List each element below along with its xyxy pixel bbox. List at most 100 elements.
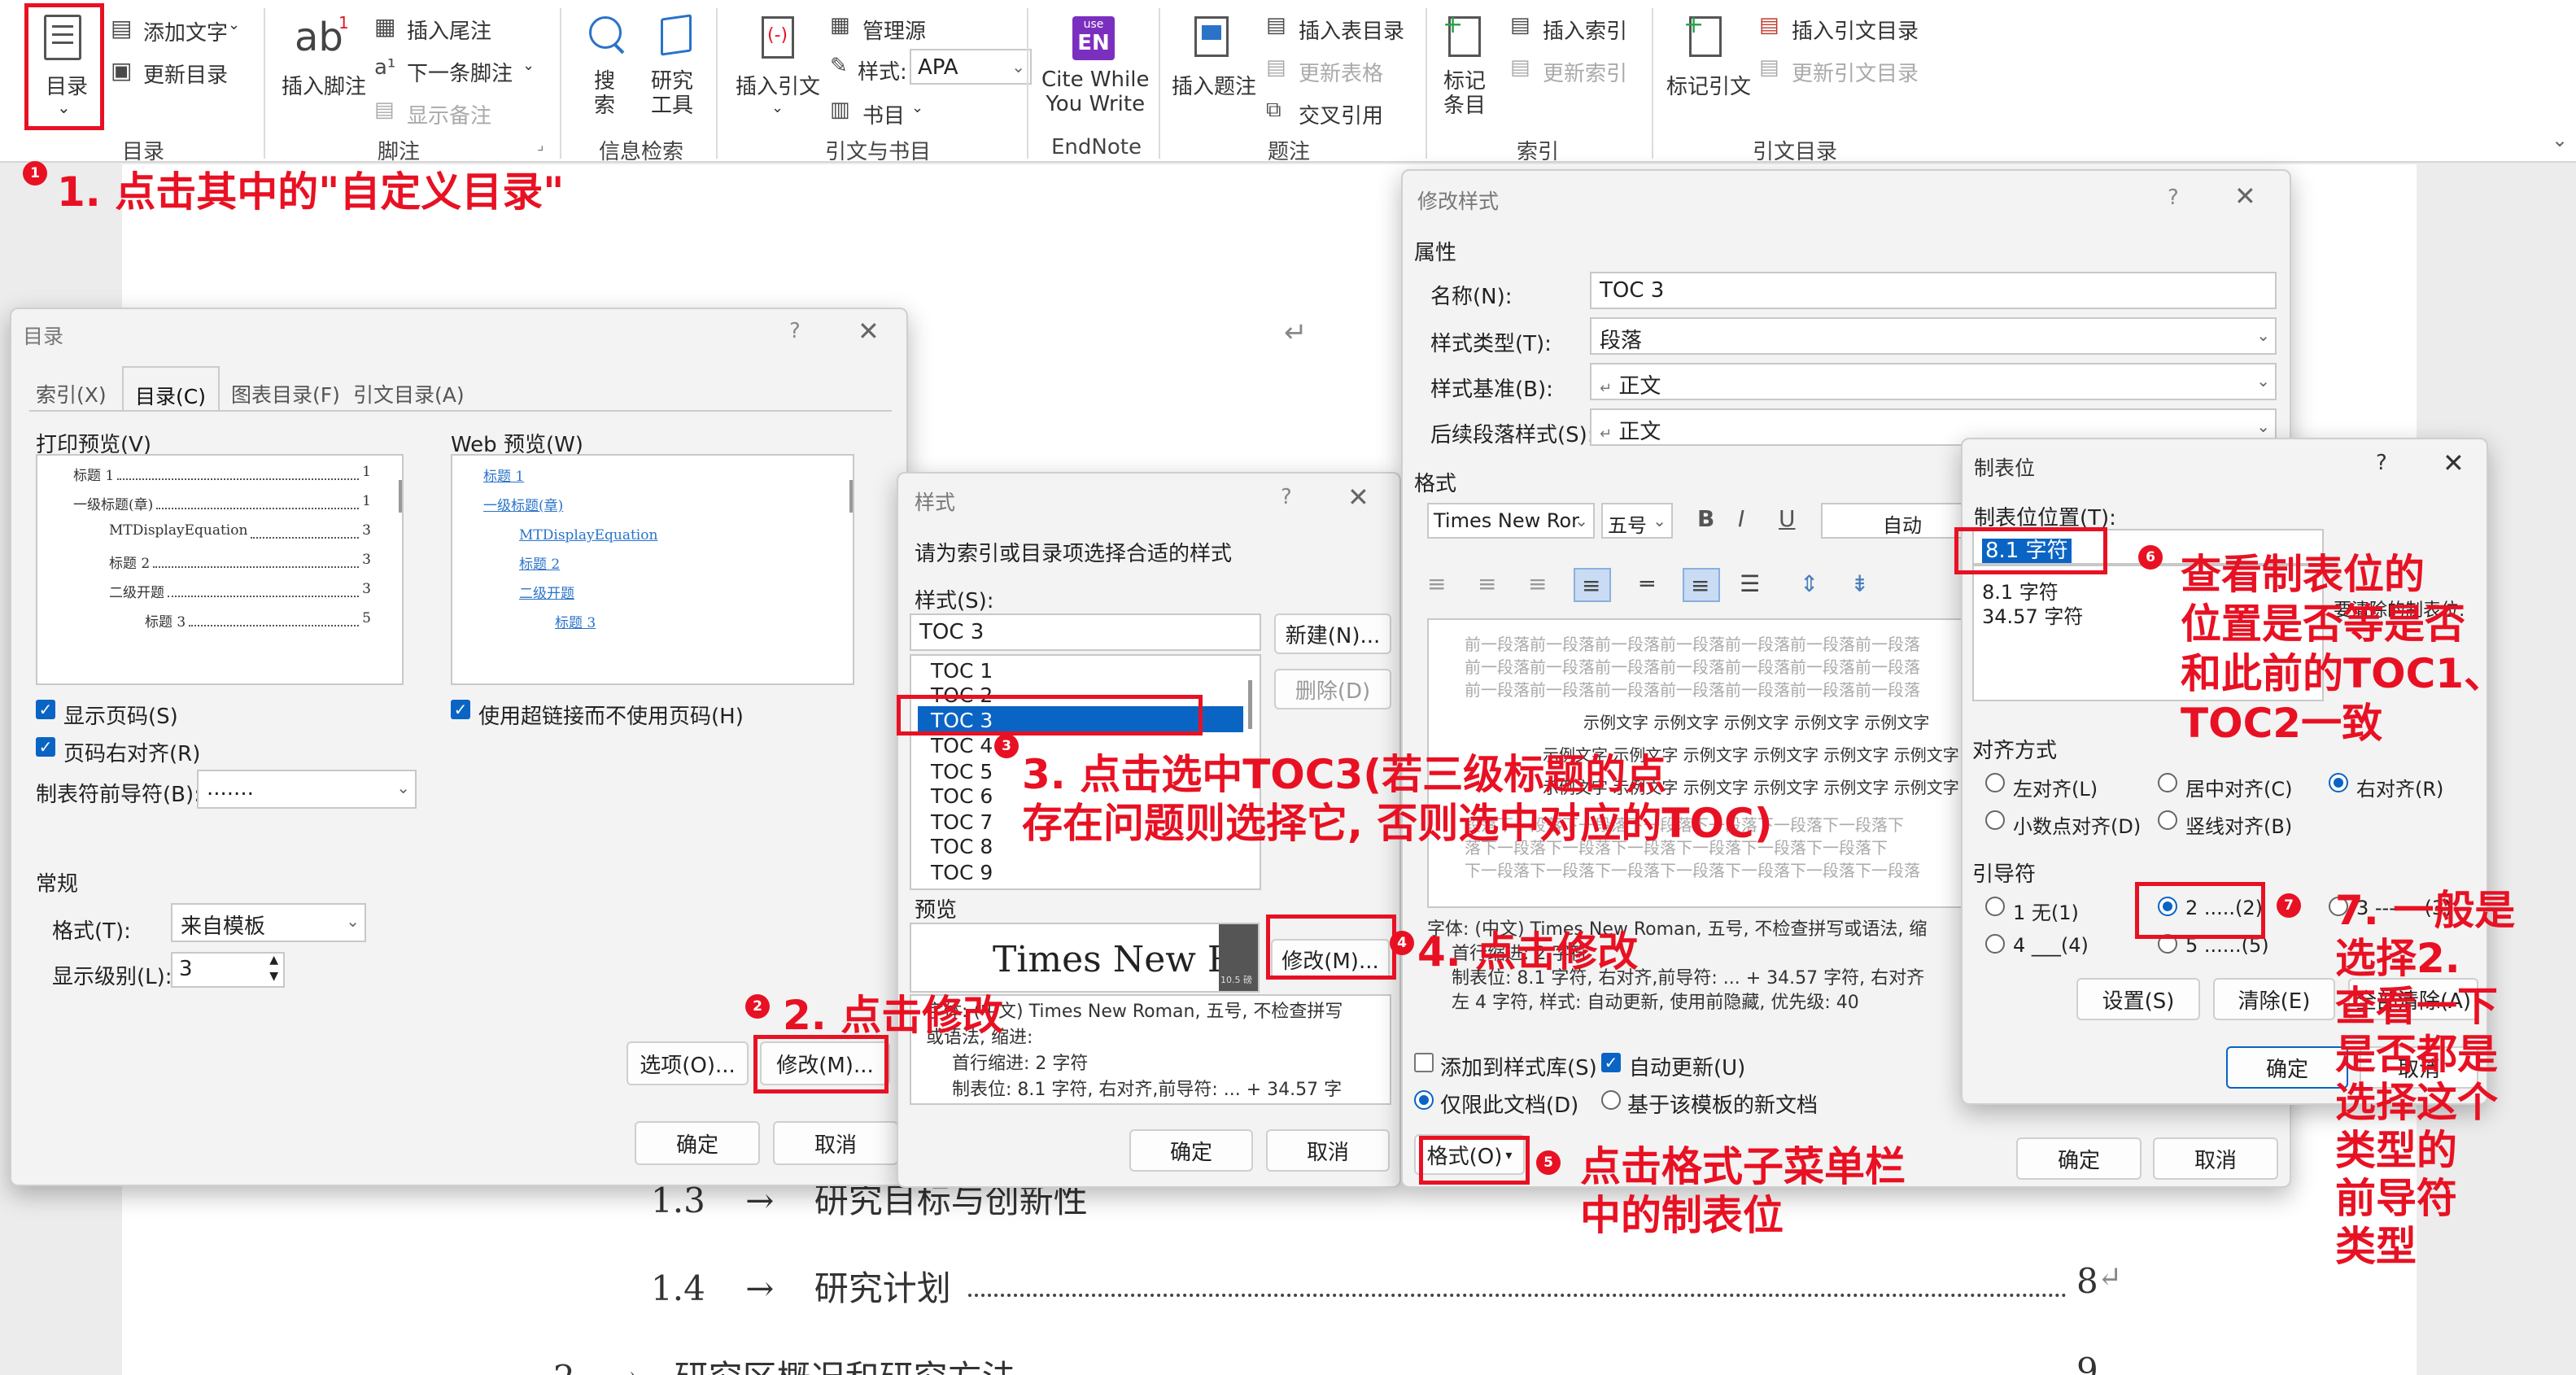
list-item-selected[interactable]: TOC 3 xyxy=(918,706,1243,732)
align-decimal-radio[interactable] xyxy=(1985,810,2005,830)
tab-leader-select[interactable]: ....... ⌄ xyxy=(197,770,417,809)
leader-none-radio[interactable] xyxy=(1985,897,2005,916)
scrollbar[interactable] xyxy=(1248,680,1252,729)
set-tab-button[interactable]: 设置(S) xyxy=(2076,978,2200,1020)
cite-while-you-write-button[interactable]: use EN Cite While You Write xyxy=(1038,11,1152,125)
new-style-button[interactable]: 新建(N)... xyxy=(1274,613,1391,654)
justify-icon[interactable]: ≡ xyxy=(1574,568,1611,602)
close-icon[interactable]: ✕ xyxy=(1347,482,1369,513)
list-item[interactable]: TOC 7 xyxy=(931,810,993,834)
help-icon[interactable]: ? xyxy=(2376,451,2387,475)
ok-button[interactable]: 确定 xyxy=(1129,1129,1253,1172)
list-item[interactable]: TOC 1 xyxy=(931,659,993,683)
list-item[interactable]: TOC 8 xyxy=(931,835,993,858)
toc-button[interactable]: 目录 ⌄ xyxy=(29,10,99,124)
modify-button[interactable]: 修改(M)... xyxy=(760,1041,890,1085)
list-item[interactable]: TOC 4 xyxy=(931,734,993,757)
align-bar-radio[interactable] xyxy=(2158,810,2177,830)
insert-caption-button[interactable]: 插入题注 xyxy=(1170,11,1260,125)
modify-cancel-button[interactable]: 取消 xyxy=(2153,1137,2278,1180)
options-button[interactable]: 选项(O)... xyxy=(627,1041,749,1085)
search-button[interactable]: 搜 索 xyxy=(576,11,633,125)
list-item[interactable]: TOC 2 xyxy=(931,683,993,707)
help-icon[interactable]: ? xyxy=(1281,485,1292,509)
auto-update-checkbox[interactable]: ✓ xyxy=(1601,1053,1621,1072)
mark-entry-button[interactable]: + 标记 条目 xyxy=(1435,11,1500,125)
web-link[interactable]: MTDisplayEquation xyxy=(467,521,657,550)
one-half-spacing-icon[interactable]: ≡ xyxy=(1683,568,1720,602)
delete-style-button[interactable]: 删除(D) xyxy=(1274,669,1391,709)
close-icon[interactable]: ✕ xyxy=(2443,447,2465,478)
mark-citation-button[interactable]: + 标记引文 xyxy=(1665,11,1754,125)
ribbon-collapse-icon[interactable]: ⌄ xyxy=(2552,130,2568,150)
leader-underline-radio[interactable] xyxy=(1985,934,2005,954)
name-input[interactable]: TOC 3 xyxy=(1590,272,2277,309)
help-icon[interactable]: ? xyxy=(2168,186,2179,210)
dialog-launcher-icon[interactable]: ⌟ xyxy=(537,138,544,153)
leader-middot-radio[interactable] xyxy=(2158,934,2177,954)
new-docs-radio[interactable] xyxy=(1601,1090,1621,1110)
help-icon[interactable]: ? xyxy=(789,319,801,343)
use-hyperlinks-checkbox[interactable]: ✓ xyxy=(451,700,470,719)
bold-button[interactable]: B xyxy=(1697,508,1714,530)
spacing-after-icon[interactable]: ⇟ xyxy=(1850,573,1869,596)
web-link[interactable]: 标题 3 xyxy=(467,609,657,638)
list-item[interactable]: TOC 6 xyxy=(931,784,993,808)
stepper-down-icon[interactable]: ▼ xyxy=(269,970,278,983)
underline-button[interactable]: U xyxy=(1779,508,1796,530)
align-center-icon[interactable]: ≡ xyxy=(1478,573,1496,596)
add-to-gallery-checkbox[interactable] xyxy=(1414,1053,1434,1072)
list-item[interactable]: TOC 9 xyxy=(931,861,993,884)
stepper-up-icon[interactable]: ▲ xyxy=(269,954,278,967)
based-on-select[interactable]: ↵ 正文 ⌄ xyxy=(1590,363,2277,400)
italic-button[interactable]: I xyxy=(1738,508,1744,530)
web-link[interactable]: 一级标题(章) xyxy=(467,491,657,521)
cancel-button[interactable]: 取消 xyxy=(773,1121,898,1165)
align-left-icon[interactable]: ≡ xyxy=(1427,573,1446,596)
research-tool-button[interactable]: 研究 工具 xyxy=(648,11,705,125)
align-left-radio[interactable] xyxy=(1985,773,2005,792)
update-toa-label: 更新引文目录 xyxy=(1792,62,1919,86)
insert-footnote-button[interactable]: ab 1 插入脚注 xyxy=(277,11,374,101)
modify-ok-button[interactable]: 确定 xyxy=(2016,1137,2142,1180)
insert-citation-button[interactable]: (-) 插入引文 ⌄ xyxy=(729,11,827,125)
single-spacing-icon[interactable]: ═ xyxy=(1640,573,1654,596)
right-align-checkbox[interactable]: ✓ xyxy=(36,737,55,757)
font-select[interactable]: Times New Ror ⌄ xyxy=(1427,503,1595,539)
web-link[interactable]: 二级开题 xyxy=(467,579,657,609)
font-size-select[interactable]: 五号 ⌄ xyxy=(1601,503,1673,539)
styles-input[interactable]: TOC 3 xyxy=(910,613,1261,651)
bibliography-icon: ▥ xyxy=(830,98,850,122)
web-link[interactable]: 标题 2 xyxy=(467,550,657,579)
align-right-icon[interactable]: ≡ xyxy=(1528,573,1547,596)
ok-button[interactable]: 确定 xyxy=(2226,1046,2348,1089)
tab-figures[interactable]: 图表目录(F) xyxy=(231,379,340,408)
only-this-doc-radio[interactable] xyxy=(1414,1090,1434,1110)
leader-dots-radio[interactable] xyxy=(2158,897,2177,916)
cancel-button[interactable]: 取消 xyxy=(1266,1129,1390,1172)
list-item[interactable]: TOC 5 xyxy=(931,760,993,784)
tab-authorities[interactable]: 引文目录(A) xyxy=(353,379,465,408)
align-right-radio[interactable] xyxy=(2329,773,2348,792)
ok-button[interactable]: 确定 xyxy=(635,1121,760,1165)
list-item[interactable]: 34.57 字符 xyxy=(1982,600,2083,629)
style-type-select[interactable]: 段落 ⌄ xyxy=(1590,317,2277,355)
scrollbar[interactable] xyxy=(849,480,853,513)
tab-index[interactable]: 索引(X) xyxy=(36,379,107,408)
close-icon[interactable]: ✕ xyxy=(858,316,880,347)
tab-toc[interactable]: 目录(C) xyxy=(122,366,220,412)
close-icon[interactable]: ✕ xyxy=(2234,181,2256,212)
modify-button[interactable]: 修改(M)... xyxy=(1271,939,1390,980)
clear-tab-button[interactable]: 清除(E) xyxy=(2213,978,2335,1020)
align-center-radio[interactable] xyxy=(2158,773,2177,792)
double-spacing-icon[interactable]: ☰ xyxy=(1740,573,1760,596)
scrollbar[interactable] xyxy=(399,480,402,513)
font-color-select[interactable]: 自动 xyxy=(1821,503,1984,539)
web-link[interactable]: 标题 1 xyxy=(467,462,657,491)
spacing-before-icon[interactable]: ⇕ xyxy=(1800,573,1818,596)
show-page-checkbox[interactable]: ✓ xyxy=(36,700,55,719)
levels-stepper[interactable]: 3 ▲ ▼ xyxy=(171,952,285,988)
format-select[interactable]: 来自模板 ⌄ xyxy=(171,903,366,942)
citation-style-select[interactable]: APA ⌄ xyxy=(910,49,1032,85)
format-menu-button[interactable]: 格式(O) ▾ xyxy=(1414,1134,1525,1175)
